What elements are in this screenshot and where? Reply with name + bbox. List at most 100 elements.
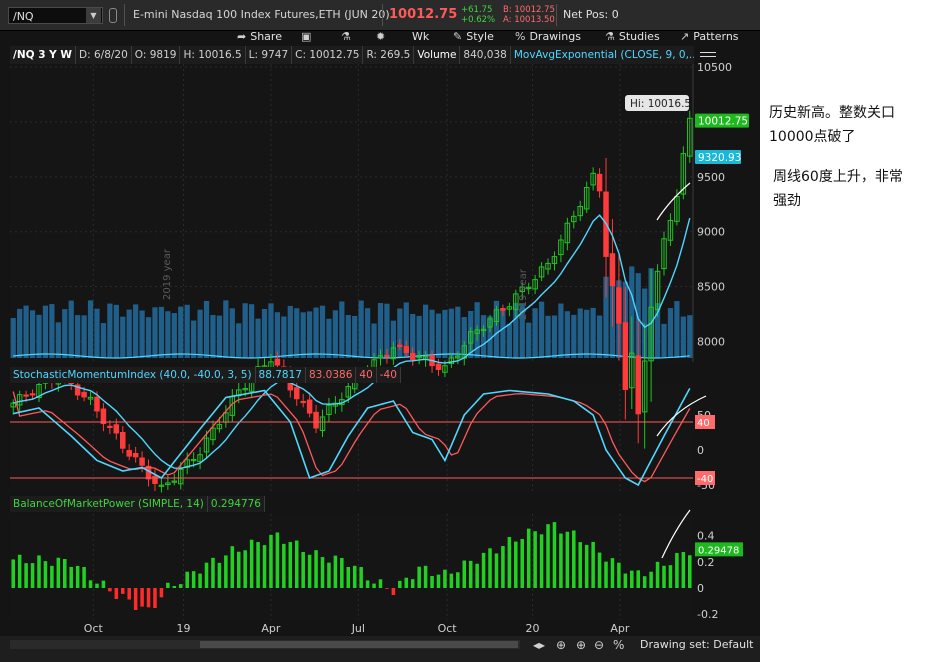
last-price-badge-text: 10012.75: [698, 116, 748, 128]
candle-body: [300, 400, 306, 404]
volume-bar: [216, 315, 223, 358]
candle-body: [313, 411, 319, 429]
volume-bar: [203, 300, 210, 358]
time-axis-label: Oct: [438, 622, 458, 635]
year-marker: 2019 year: [162, 248, 173, 300]
candle-body: [435, 363, 442, 371]
volume-bar: [687, 315, 693, 358]
volume-bar: [319, 305, 326, 358]
time-axis-label: 20: [525, 622, 539, 635]
candle-body: [23, 394, 29, 397]
volume-bar: [571, 314, 577, 358]
bmp-study-label[interactable]: BalanceOfMarketPower (SIMPLE, 14) 0.29477…: [10, 496, 265, 512]
volume-bar: [268, 303, 274, 358]
volume-bar: [364, 308, 371, 358]
volume-bar: [107, 303, 113, 358]
volume-bar: [184, 304, 190, 358]
volume-bar: [10, 318, 16, 358]
drawing-set-label[interactable]: Drawing set: Default: [640, 638, 753, 651]
ema-value-badge-text: 9320.93: [698, 152, 741, 164]
zoom-out-icon[interactable]: ⊖: [594, 636, 604, 654]
volume-bar: [171, 313, 177, 358]
year-marker: 2019 year: [518, 268, 529, 320]
bmp-value: 0.294776: [208, 496, 265, 512]
volume-bar: [558, 303, 564, 358]
candle-body: [139, 457, 145, 466]
candle-body: [120, 432, 126, 449]
smi-title: StochasticMomentumIndex (40.0, -40.0, 3,…: [10, 367, 256, 383]
volume-bar: [661, 323, 667, 358]
volume-bar: [49, 304, 55, 358]
time-axis-label: 19: [176, 622, 190, 635]
volume-bar: [352, 315, 358, 358]
volume-bar: [667, 308, 674, 358]
smi-upper-badge-text: 40: [697, 418, 710, 429]
volume-bar: [448, 308, 454, 358]
scroll-left-icon[interactable]: ◂▸: [533, 636, 545, 654]
volume-bar: [62, 309, 68, 358]
candle-body: [306, 399, 313, 414]
volume-bar: [564, 311, 570, 358]
volume-bar: [358, 300, 364, 358]
volume-bar: [223, 300, 229, 358]
volume-bar: [680, 316, 686, 358]
bmp-panel: [10, 514, 693, 620]
time-axis-label: Apr: [610, 622, 630, 635]
volume-bar: [36, 314, 42, 358]
candle-body: [100, 408, 107, 425]
annotation-note-1-line-2: 10000点破了: [769, 129, 856, 145]
volume-bar: [100, 323, 107, 358]
volume-bar: [545, 315, 551, 358]
candle-body: [596, 173, 603, 192]
time-axis-label: Oct: [84, 622, 104, 635]
annotation-note-2: 周线60度上升，非常 强劲: [773, 165, 903, 213]
annotation-note-2-line-2: 强劲: [773, 193, 801, 209]
volume-bar: [442, 309, 448, 358]
smi-upper: 40: [356, 367, 377, 383]
volume-bar: [532, 308, 538, 358]
volume-bar: [584, 309, 590, 358]
bmp-axis-label: 0: [697, 582, 704, 595]
candle-body: [384, 354, 390, 358]
volume-bar: [165, 311, 171, 358]
volume-bar: [42, 305, 49, 358]
bmp-value-badge-text: 0.29478: [698, 545, 739, 556]
smi-axis-label: 0: [697, 444, 704, 457]
volume-bar: [81, 315, 87, 358]
candle-body: [81, 391, 87, 398]
volume-bar: [158, 306, 165, 358]
annotation-note-1-line-1: 历史新高。整数关口: [769, 105, 895, 121]
smi-panel: [10, 384, 693, 492]
annotation-note-2-line-1: 周线60度上升，非常: [773, 169, 903, 185]
volume-bar: [17, 308, 23, 358]
scrollbar-thumb[interactable]: [200, 641, 518, 648]
volume-bar: [300, 312, 306, 358]
volume-bar: [87, 300, 94, 358]
high-callout-text: Hi: 10016.5: [630, 98, 691, 110]
volume-bar: [455, 306, 461, 358]
volume-bar: [133, 304, 139, 358]
volume-bar: [538, 301, 545, 358]
volume-bar: [242, 303, 248, 358]
volume-bar: [313, 307, 319, 358]
smi-value-1: 88.7817: [256, 367, 306, 383]
volume-bar: [23, 305, 29, 358]
volume-bar: [120, 316, 126, 358]
volume-bar: [126, 309, 132, 358]
price-axis-label: 10500: [697, 61, 732, 74]
bmp-axis-label: 0.4: [697, 530, 715, 543]
candle-body: [152, 475, 158, 484]
volume-bar: [236, 323, 242, 358]
volume-bar: [55, 322, 61, 358]
crosshair-icon[interactable]: ⊕: [556, 636, 566, 654]
smi-study-label[interactable]: StochasticMomentumIndex (40.0, -40.0, 3,…: [10, 367, 401, 383]
chart-canvas[interactable]: 2019 year 2019 year Oct 19 Apr Jul Oct 20 Apr 10…: [0, 0, 760, 662]
drawing-tools-icon[interactable]: %: [613, 636, 624, 654]
candle-body: [500, 308, 506, 311]
time-axis-label: Jul: [351, 622, 365, 635]
zoom-in-icon[interactable]: ⊕: [576, 636, 586, 654]
smi-lower: -40: [377, 367, 401, 383]
candle-body: [132, 452, 139, 458]
price-axis-label: 8500: [697, 281, 725, 294]
volume-bar: [506, 323, 512, 358]
